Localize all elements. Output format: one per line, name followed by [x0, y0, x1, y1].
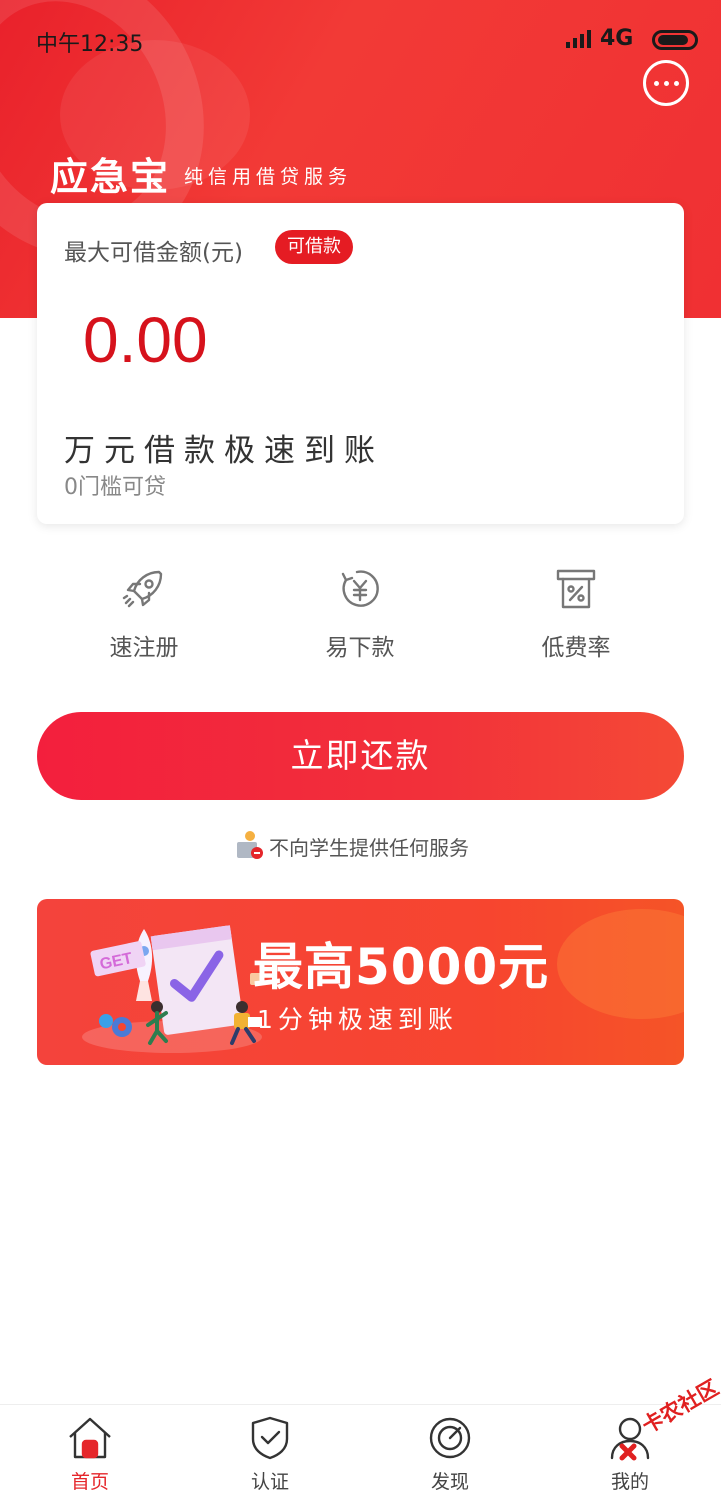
tab-discover[interactable]: 发现: [400, 1415, 500, 1494]
status-badge: 可借款: [275, 230, 353, 264]
tab-label: 发现: [430, 1471, 469, 1493]
app-title: 应急宝: [50, 155, 171, 199]
promo-illustration: GET: [82, 925, 264, 1053]
shield-check-icon: [251, 1416, 289, 1460]
banner-glow: [557, 909, 684, 1019]
dot-icon: [673, 80, 679, 86]
promo-title: 最高5000元: [253, 938, 550, 996]
tab-label: 首页: [70, 1471, 109, 1493]
feature-row: 速注册 易下款 低费率: [37, 566, 684, 666]
percent-receipt-icon: [556, 569, 596, 609]
yuan-cycle-icon: [341, 570, 379, 607]
promo-subtitle: 1分钟极速到账: [257, 1005, 458, 1034]
feature-label: 易下款: [325, 635, 395, 661]
tab-home[interactable]: 首页: [40, 1415, 140, 1494]
loan-card: 最大可借金额(元) 可借款 0.00 万元借款极速到账 0门槛可贷: [37, 203, 684, 524]
feature-quick-register: 速注册: [74, 566, 214, 662]
home-icon: [69, 1417, 111, 1459]
app-subtitle: 纯信用借贷服务: [184, 166, 353, 188]
battery-icon: [652, 30, 698, 50]
max-amount-value: 0.00: [83, 304, 208, 376]
rocket-icon: [122, 570, 163, 608]
compass-icon: [429, 1417, 471, 1459]
max-amount-label: 最大可借金额(元): [64, 240, 243, 266]
feature-label: 低费率: [541, 635, 611, 661]
more-options-button[interactable]: [643, 60, 689, 106]
dot-icon: [653, 80, 659, 86]
tab-label: 认证: [250, 1471, 289, 1493]
signal-icon: [566, 30, 591, 48]
no-students-icon: [237, 831, 263, 859]
card-slogan: 万元借款极速到账: [64, 433, 384, 469]
promo-banner[interactable]: GET 最高5000元 1分钟极速到账: [37, 899, 684, 1065]
network-type: 4G: [600, 26, 634, 51]
card-note: 0门槛可贷: [64, 475, 166, 500]
feature-easy-loan: 易下款: [290, 566, 430, 662]
tab-verify[interactable]: 认证: [220, 1415, 320, 1494]
notice-text: 不向学生提供任何服务: [269, 836, 469, 860]
feature-low-rate: 低费率: [506, 566, 646, 662]
status-bar: 中午12:35 4G: [0, 20, 721, 60]
feature-label: 速注册: [109, 635, 179, 661]
status-time: 中午12:35: [36, 32, 144, 57]
repay-now-button[interactable]: 立即还款: [37, 712, 684, 800]
dot-icon: [663, 80, 669, 86]
